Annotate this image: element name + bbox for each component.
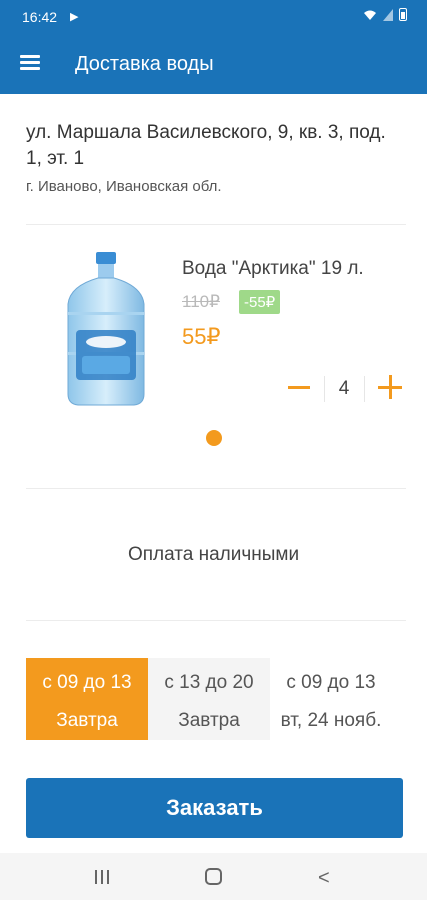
address-street: ул. Маршала Василевского, 9, кв. 3, под.…	[26, 122, 386, 169]
delivery-slot[interactable]: с 09 до 13 вт, 24 нояб.	[270, 658, 392, 740]
delivery-time-slots: с 09 до 13 Завтра с 13 до 20 Завтра с 09 до …	[26, 658, 406, 740]
divider	[26, 488, 406, 489]
quantity-stepper: 4	[284, 368, 404, 408]
product-price: 55₽	[182, 324, 221, 349]
product-name: Вода "Арктика" 19 л.	[182, 258, 364, 279]
minus-icon[interactable]	[288, 386, 310, 389]
slot-time: с 09 до 13	[286, 672, 376, 693]
system-icons	[363, 8, 407, 21]
play-icon: ▶	[70, 11, 79, 23]
slot-day: Завтра	[178, 710, 240, 731]
page-title: Доставка воды	[75, 53, 214, 75]
payment-method[interactable]: Оплата наличными	[0, 544, 427, 566]
menu-icon[interactable]	[20, 55, 40, 71]
divider	[364, 376, 365, 402]
slot-time: с 09 до 13	[42, 672, 132, 693]
discount-badge: -55₽	[239, 290, 281, 314]
divider	[26, 620, 406, 621]
delivery-slot[interactable]: с 09 до 13 Завтра	[26, 658, 148, 740]
recent-apps-icon[interactable]	[95, 870, 111, 884]
order-button[interactable]: Заказать	[26, 778, 403, 838]
old-price: 110₽	[182, 292, 220, 311]
back-icon[interactable]: <	[318, 867, 330, 890]
home-icon[interactable]	[205, 868, 222, 885]
plus-icon[interactable]	[378, 375, 402, 399]
status-bar: 16:42 ▶	[0, 0, 427, 34]
delivery-slot[interactable]: с 13 до 20 Завтра	[148, 658, 270, 740]
divider	[26, 224, 406, 225]
delivery-address[interactable]: ул. Маршала Василевского, 9, кв. 3, под.…	[26, 120, 406, 195]
slot-time: с 13 до 20	[164, 672, 254, 693]
carousel-indicator	[206, 430, 222, 446]
address-city: г. Иваново, Ивановская обл.	[26, 178, 222, 195]
app-bar: Доставка воды	[0, 34, 427, 94]
system-nav-bar: <	[0, 853, 427, 900]
battery-icon	[399, 8, 407, 21]
status-time: 16:42	[22, 9, 58, 25]
quantity-value: 4	[338, 378, 350, 399]
slot-day: Завтра	[56, 710, 118, 731]
product-image	[67, 252, 145, 406]
wifi-icon	[364, 10, 376, 20]
signal-icon	[383, 8, 393, 21]
slot-day: вт, 24 нояб.	[280, 710, 382, 731]
